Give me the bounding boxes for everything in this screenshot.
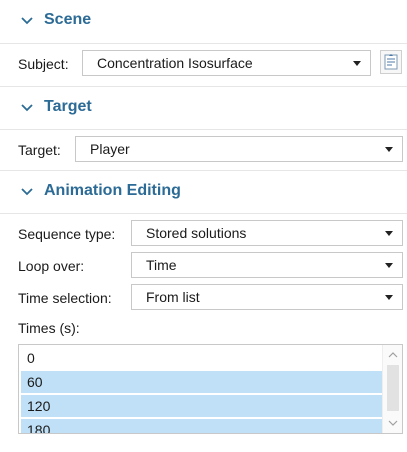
times-label: Times (s):	[18, 320, 80, 336]
scroll-up-icon[interactable]	[388, 350, 398, 360]
list-item[interactable]: 60	[21, 371, 382, 393]
list-settings-icon	[384, 54, 398, 70]
chevron-down-icon	[21, 104, 33, 112]
dropdown-arrow-icon	[385, 147, 393, 152]
time-selection-label: Time selection:	[18, 290, 112, 306]
sequence-type-select[interactable]: Stored solutions	[131, 220, 403, 246]
time-selection-value: From list	[146, 289, 200, 305]
time-selection-select[interactable]: From list	[131, 284, 403, 310]
sequence-type-label: Sequence type:	[18, 226, 116, 242]
subject-label: Subject:	[18, 56, 69, 72]
sequence-type-value: Stored solutions	[146, 225, 247, 241]
loop-over-label: Loop over:	[18, 258, 85, 274]
animation-section-header[interactable]: Animation Editing	[0, 170, 407, 214]
dropdown-arrow-icon	[385, 263, 393, 268]
times-list-scrollbar[interactable]	[382, 345, 402, 433]
scrollbar-thumb[interactable]	[387, 365, 399, 411]
subject-settings-button[interactable]	[380, 50, 402, 74]
loop-over-select[interactable]: Time	[131, 252, 403, 278]
times-list[interactable]: 0 60 120 180	[18, 344, 403, 434]
list-item[interactable]: 180	[21, 419, 382, 433]
scroll-down-icon[interactable]	[388, 418, 398, 428]
animation-section-title: Animation Editing	[44, 182, 181, 199]
target-select[interactable]: Player	[75, 136, 403, 162]
subject-select-value: Concentration Isosurface	[97, 55, 253, 71]
list-item[interactable]: 120	[21, 395, 382, 417]
chevron-down-icon	[21, 17, 33, 25]
list-item[interactable]: 0	[21, 347, 382, 369]
scene-section-header[interactable]: Scene	[0, 0, 407, 44]
target-section-header[interactable]: Target	[0, 86, 407, 130]
target-section-title: Target	[44, 98, 92, 115]
target-label: Target:	[18, 142, 61, 158]
dropdown-arrow-icon	[385, 231, 393, 236]
target-select-value: Player	[90, 141, 130, 157]
dropdown-arrow-icon	[353, 61, 361, 66]
subject-select[interactable]: Concentration Isosurface	[82, 50, 371, 76]
chevron-down-icon	[21, 188, 33, 196]
scene-section-title: Scene	[44, 11, 92, 28]
loop-over-value: Time	[146, 257, 177, 273]
dropdown-arrow-icon	[385, 295, 393, 300]
